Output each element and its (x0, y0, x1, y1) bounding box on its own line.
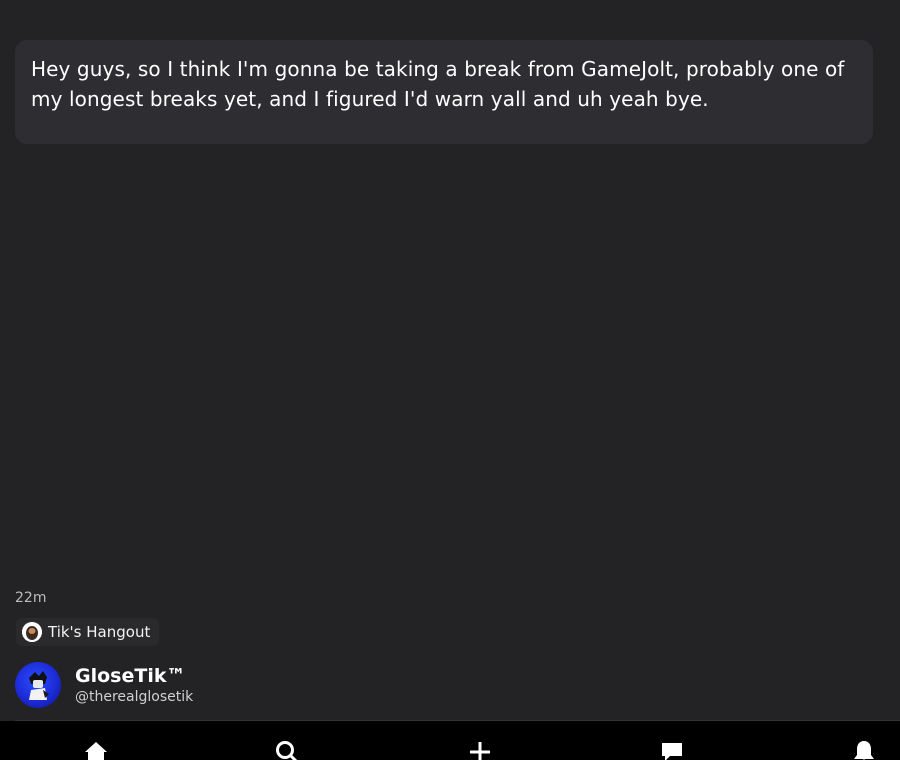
author-block[interactable]: GloseTik™ @therealglosetik (15, 662, 193, 708)
community-chip[interactable]: Tik's Hangout (16, 618, 160, 646)
search-icon[interactable] (272, 739, 300, 760)
add-icon[interactable] (466, 739, 494, 760)
author-handle[interactable]: @therealglosetik (75, 689, 193, 705)
bottom-nav (0, 721, 900, 760)
home-icon[interactable] (82, 739, 110, 760)
author-meta: GloseTik™ @therealglosetik (75, 665, 193, 705)
post-content-card: Hey guys, so I think I'm gonna be taking… (15, 40, 873, 144)
post-timestamp: 22m (15, 590, 47, 606)
community-name: Tik's Hangout (48, 623, 151, 641)
chat-icon[interactable] (658, 739, 686, 760)
bell-icon[interactable] (850, 739, 878, 760)
author-name[interactable]: GloseTik™ (75, 665, 193, 687)
community-avatar (22, 622, 42, 642)
post-text: Hey guys, so I think I'm gonna be taking… (31, 57, 845, 111)
avatar[interactable] (15, 662, 61, 708)
post-page: Hey guys, so I think I'm gonna be taking… (0, 0, 900, 760)
